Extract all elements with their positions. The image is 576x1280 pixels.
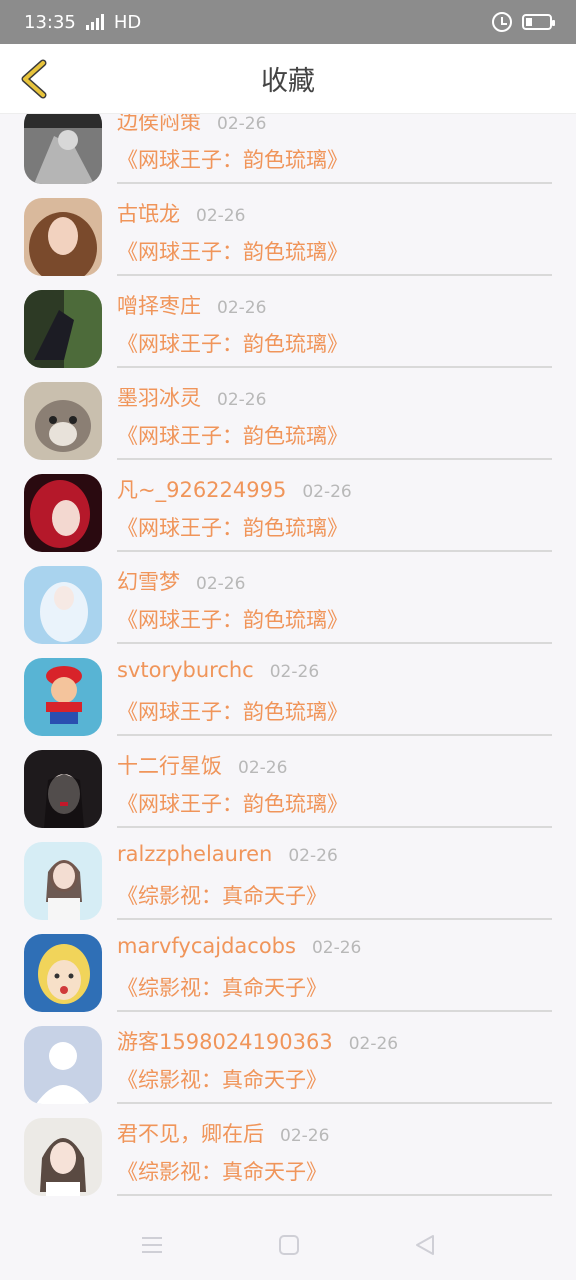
chevron-left-icon	[21, 59, 47, 99]
list-item[interactable]: 边侯闷策 02-26 《网球王子：韵色琉璃》	[0, 114, 576, 184]
list-item[interactable]: svtoryburchc 02-26 《网球王子：韵色琉璃》	[0, 644, 576, 736]
status-hd: HD	[113, 11, 142, 33]
status-time: 13:35	[24, 11, 76, 33]
list-item[interactable]: 游客1598024190363 02-26 《综影视：真命天子》	[0, 1012, 576, 1104]
book-title: 《网球王子：韵色琉璃》	[117, 516, 348, 540]
back-triangle-icon[interactable]	[413, 1234, 437, 1256]
item-date: 02-26	[196, 206, 246, 226]
avatar	[24, 934, 102, 1012]
item-date: 02-26	[217, 298, 267, 318]
avatar	[24, 114, 102, 184]
user-name: 墨羽冰灵	[117, 386, 201, 410]
book-title: 《网球王子：韵色琉璃》	[117, 332, 348, 356]
user-name: 游客1598024190363	[117, 1030, 333, 1054]
avatar	[24, 658, 102, 736]
item-date: 02-26	[269, 662, 320, 682]
item-date: 02-26	[217, 390, 267, 410]
book-title: 《网球王子：韵色琉璃》	[117, 700, 348, 724]
user-name: marvfycajdacobs	[117, 934, 296, 958]
list-item[interactable]: 墨羽冰灵 02-26 《网球王子：韵色琉璃》	[0, 368, 576, 460]
list-item-text: ralzzphelauren 02-26 《综影视：真命天子》	[117, 842, 552, 920]
status-right	[492, 12, 555, 32]
list-item-text: 噌择枣庄 02-26 《网球王子：韵色琉璃》	[117, 290, 552, 368]
avatar	[24, 566, 102, 644]
list-item-text: 十二行星饭 02-26 《网球王子：韵色琉璃》	[117, 750, 552, 828]
item-date: 02-26	[288, 846, 338, 866]
signal-icon	[85, 14, 104, 30]
status-left: 13:35 HD	[24, 12, 141, 33]
item-date: 02-26	[217, 114, 267, 134]
list-item[interactable]: 古氓龙 02-26 《网球王子：韵色琉璃》	[0, 184, 576, 276]
list-item[interactable]: 幻雪梦 02-26 《网球王子：韵色琉璃》	[0, 552, 576, 644]
book-title: 《网球王子：韵色琉璃》	[117, 148, 348, 172]
user-name: 边侯闷策	[117, 114, 201, 134]
favorites-list[interactable]: 边侯闷策 02-26 《网球王子：韵色琉璃》 古氓龙 02-26 《网球王子：韵…	[0, 114, 576, 1210]
list-item[interactable]: 凡~_926224995 02-26 《网球王子：韵色琉璃》	[0, 460, 576, 552]
item-date: 02-26	[311, 938, 362, 958]
user-name: 噌择枣庄	[117, 294, 201, 318]
book-title: 《网球王子：韵色琉璃》	[117, 424, 348, 448]
book-title: 《网球王子：韵色琉璃》	[117, 240, 348, 264]
book-title: 《综影视：真命天子》	[117, 976, 327, 1000]
battery-icon	[522, 14, 555, 30]
list-item-text: svtoryburchc 02-26 《网球王子：韵色琉璃》	[117, 658, 552, 736]
avatar	[24, 198, 102, 276]
avatar	[24, 382, 102, 460]
list-item-text: 边侯闷策 02-26 《网球王子：韵色琉璃》	[117, 114, 552, 184]
avatar	[24, 1026, 102, 1104]
list-item[interactable]: 噌择枣庄 02-26 《网球王子：韵色琉璃》	[0, 276, 576, 368]
user-name: ralzzphelauren	[117, 842, 273, 866]
list-item[interactable]: 君不见，卿在后 02-26 《综影视：真命天子》	[0, 1104, 576, 1196]
list-item[interactable]: ralzzphelauren 02-26 《综影视：真命天子》	[0, 828, 576, 920]
menu-icon[interactable]	[140, 1234, 164, 1256]
list-item-text: 幻雪梦 02-26 《网球王子：韵色琉璃》	[117, 566, 552, 644]
avatar	[24, 1118, 102, 1196]
user-name: 古氓龙	[117, 202, 180, 226]
item-date: 02-26	[238, 758, 288, 778]
home-square-icon[interactable]	[277, 1234, 301, 1256]
list-item-text: marvfycajdacobs 02-26 《综影视：真命天子》	[117, 934, 552, 1012]
avatar	[24, 290, 102, 368]
user-name: 十二行星饭	[117, 754, 222, 778]
list-item-text: 君不见，卿在后 02-26 《综影视：真命天子》	[117, 1118, 552, 1196]
user-name: 凡~_926224995	[117, 478, 287, 502]
item-date: 02-26	[348, 1034, 399, 1054]
book-title: 《网球王子：韵色琉璃》	[117, 792, 348, 816]
list-item-text: 墨羽冰灵 02-26 《网球王子：韵色琉璃》	[117, 382, 552, 460]
list-item-text: 游客1598024190363 02-26 《综影视：真命天子》	[117, 1026, 552, 1104]
user-name: 君不见，卿在后	[117, 1122, 264, 1146]
item-date: 02-26	[302, 482, 352, 502]
book-title: 《综影视：真命天子》	[117, 1068, 327, 1092]
alarm-icon	[492, 12, 512, 32]
app-header: 收藏	[0, 44, 576, 114]
item-date: 02-26	[196, 574, 246, 594]
avatar	[24, 474, 102, 552]
back-button[interactable]	[14, 56, 54, 102]
avatar	[24, 842, 102, 920]
user-name: 幻雪梦	[117, 570, 180, 594]
page-title: 收藏	[261, 66, 315, 97]
list-item[interactable]: marvfycajdacobs 02-26 《综影视：真命天子》	[0, 920, 576, 1012]
book-title: 《综影视：真命天子》	[117, 884, 327, 908]
list-item[interactable]: 十二行星饭 02-26 《网球王子：韵色琉璃》	[0, 736, 576, 828]
avatar	[24, 750, 102, 828]
list-item-text: 古氓龙 02-26 《网球王子：韵色琉璃》	[117, 198, 552, 276]
status-bar: 13:35 HD	[0, 0, 576, 44]
list-item-text: 凡~_926224995 02-26 《网球王子：韵色琉璃》	[117, 474, 552, 552]
book-title: 《综影视：真命天子》	[117, 1160, 327, 1184]
book-title: 《网球王子：韵色琉璃》	[117, 608, 348, 632]
item-date: 02-26	[280, 1126, 330, 1146]
system-nav-bar	[0, 1210, 576, 1280]
user-name: svtoryburchc	[117, 658, 254, 682]
